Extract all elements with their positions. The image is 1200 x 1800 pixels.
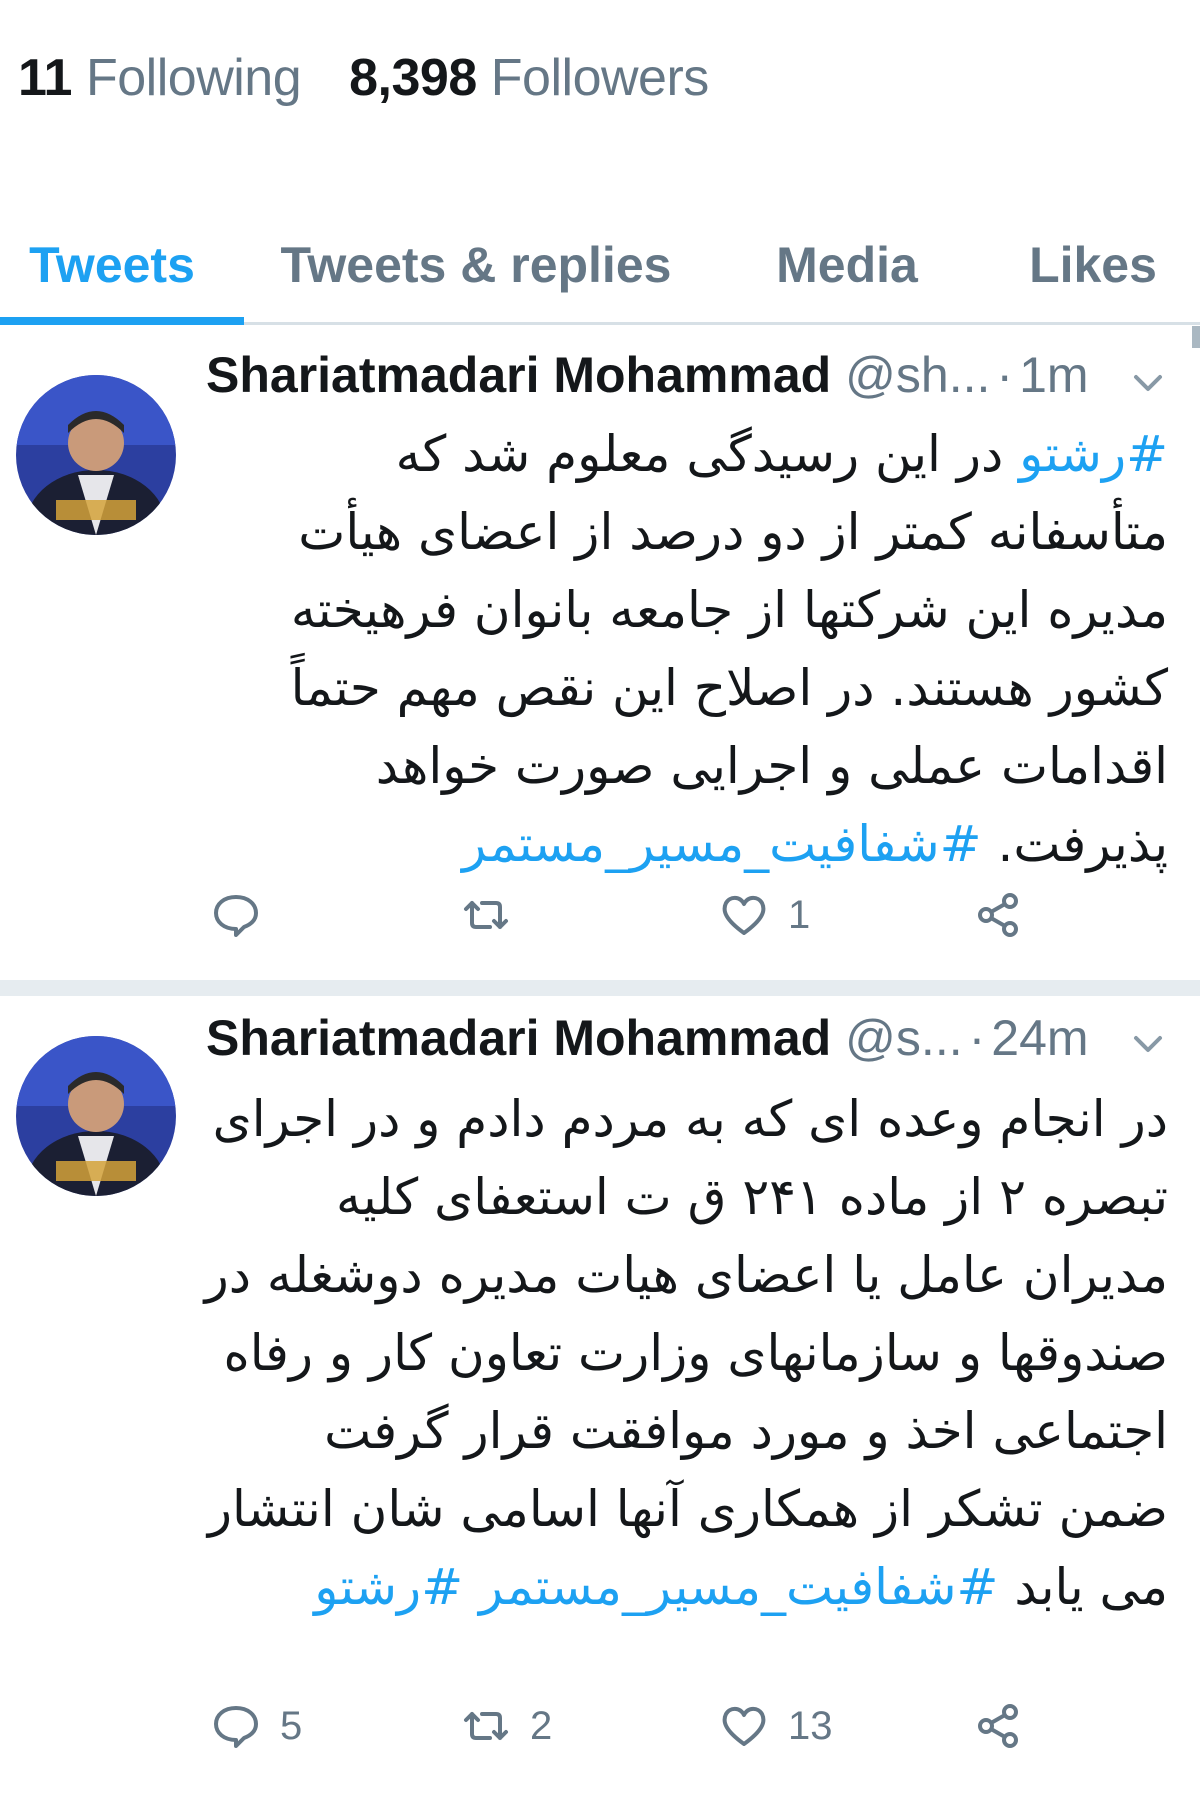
tweet-card[interactable]: Shariatmadari Mohammad @sh... · 1m #رشتو…: [0, 325, 1200, 990]
author-name[interactable]: Shariatmadari Mohammad: [206, 346, 831, 404]
chevron-down-icon[interactable]: [1126, 1022, 1170, 1066]
author-handle[interactable]: @sh...: [845, 346, 990, 404]
avatar-image: [16, 375, 176, 535]
reply-icon: [214, 1706, 258, 1748]
reply-button[interactable]: [210, 875, 280, 955]
share-button[interactable]: [972, 1686, 1024, 1766]
avatar[interactable]: [16, 1036, 176, 1196]
profile-tabs: Tweets Tweets & replies Media Likes: [0, 205, 1200, 325]
tweet-actions: 5 2 13: [0, 1686, 1200, 1766]
avatar[interactable]: [16, 375, 176, 535]
avatar-image: [16, 1036, 176, 1196]
like-count: 1: [788, 892, 811, 937]
share-icon: [978, 893, 1018, 937]
tab-media[interactable]: Media: [760, 205, 934, 325]
share-button[interactable]: [972, 875, 1024, 955]
tab-tweets[interactable]: Tweets: [0, 205, 224, 325]
like-button[interactable]: 13: [718, 1686, 833, 1766]
tweet-text: #رشتو در این رسیدگی معلوم شد که متأسفانه…: [200, 415, 1168, 883]
tweet-separator: [0, 980, 1200, 996]
reply-icon: [214, 895, 258, 937]
retweet-button[interactable]: 2: [460, 1686, 552, 1766]
followers-count: 8,398: [349, 49, 477, 107]
followers-label: Followers: [490, 49, 710, 107]
tweet-header: Shariatmadari Mohammad @sh... · 1m: [206, 345, 1089, 405]
following-label: Following: [85, 49, 302, 107]
retweet-icon: [464, 1712, 508, 1740]
chevron-down-icon[interactable]: [1126, 361, 1170, 405]
tweet-text: در انجام وعده ای که به مردم دادم و در اج…: [200, 1080, 1168, 1626]
profile-stats: 11 Following 8,398 Followers: [18, 38, 709, 118]
reply-count: 5: [280, 1703, 303, 1748]
hashtag-link[interactable]: #رشتو: [1019, 425, 1168, 483]
heart-icon: [722, 895, 766, 935]
tab-tweets-replies[interactable]: Tweets & replies: [262, 205, 690, 325]
separator-dot: ·: [968, 1010, 986, 1066]
author-name[interactable]: Shariatmadari Mohammad: [206, 1009, 831, 1067]
share-icon: [978, 1704, 1018, 1748]
following-count: 11: [18, 49, 72, 107]
following-stat[interactable]: 11 Following: [18, 48, 302, 108]
separator-dot: ·: [996, 347, 1014, 403]
reply-button[interactable]: 5: [210, 1686, 302, 1766]
like-count: 13: [788, 1703, 833, 1748]
tweet-card[interactable]: Shariatmadari Mohammad @s... · 24m در ان…: [0, 996, 1200, 1800]
heart-icon: [722, 1706, 766, 1746]
tweet-actions: 1: [0, 875, 1200, 955]
retweet-button[interactable]: [460, 875, 530, 955]
hashtag-link[interactable]: #رشتو: [314, 1558, 463, 1616]
followers-stat[interactable]: 8,398 Followers: [349, 48, 709, 108]
like-button[interactable]: 1: [718, 875, 810, 955]
hashtag-link[interactable]: #شفافیت_مسیر_مستمر: [479, 1558, 998, 1616]
tweet-time[interactable]: 24m: [991, 1009, 1088, 1067]
retweet-count: 2: [530, 1703, 553, 1748]
tab-likes[interactable]: Likes: [1005, 205, 1181, 325]
tweet-time[interactable]: 1m: [1019, 346, 1088, 404]
tweet-body: در این رسیدگی معلوم شد که متأسفانه کمتر …: [290, 425, 1168, 873]
tweet-header: Shariatmadari Mohammad @s... · 24m: [206, 1008, 1089, 1068]
author-handle[interactable]: @s...: [845, 1009, 962, 1067]
retweet-icon: [464, 901, 508, 929]
hashtag-link[interactable]: #شفافیت_مسیر_مستمر: [462, 815, 981, 873]
tweet-body: در انجام وعده ای که به مردم دادم و در اج…: [204, 1090, 1168, 1616]
active-tab-indicator: [0, 317, 244, 325]
